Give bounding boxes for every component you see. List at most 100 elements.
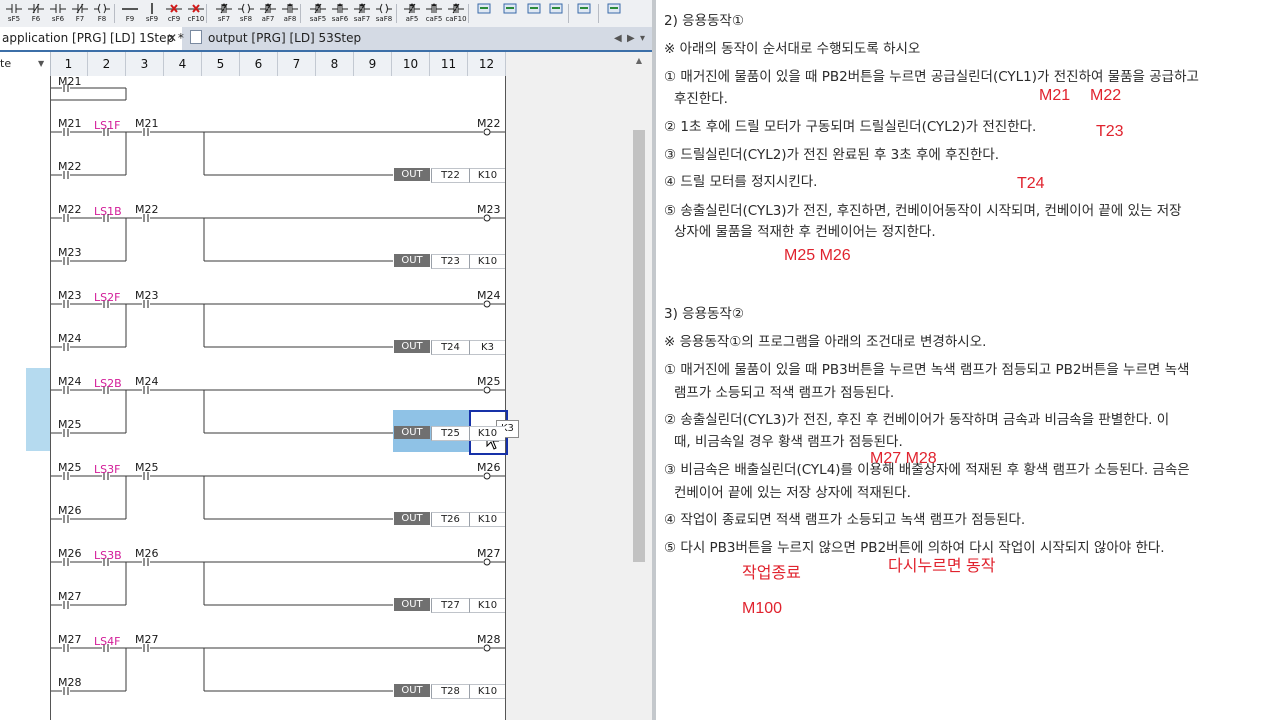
toolbar-button-af8[interactable]: aF8 xyxy=(280,2,300,25)
toolbar-button-26[interactable] xyxy=(604,2,624,25)
tab-scroll-right-icon[interactable]: ▶ xyxy=(627,27,635,50)
contact-icon xyxy=(6,4,22,13)
toolbar-button-saf8[interactable]: saF8 xyxy=(374,2,394,25)
toolbar-button-caf10[interactable]: caF10 xyxy=(445,2,467,25)
toolbar-button-af7[interactable]: aF7 xyxy=(258,2,278,25)
label-column-header[interactable]: te ▼ xyxy=(0,52,51,76)
chevron-down-icon[interactable]: ▼ xyxy=(38,52,44,76)
handwritten-note: T24 xyxy=(1017,175,1045,192)
tab-menu-icon[interactable]: ▾ xyxy=(640,27,645,50)
contact-parallel-icon xyxy=(50,4,66,13)
timer-device[interactable]: T26 xyxy=(431,512,469,527)
timer-device[interactable]: T25 xyxy=(431,426,469,441)
column-number[interactable]: 5 xyxy=(202,52,240,76)
label-column-text: te xyxy=(0,57,12,70)
toolbar-button-saf7[interactable]: saF7 xyxy=(352,2,372,25)
vertical-scrollbar[interactable]: ▲ xyxy=(630,52,648,720)
assignment-document: 2) 응용동작① ※ 아래의 동작이 순서대로 수행되도록 하시오 ① 매거진에 물… xyxy=(656,0,1280,720)
document-line: 2) 응용동작① xyxy=(664,13,744,29)
toolbar-button-f7[interactable]: F7 xyxy=(70,2,90,25)
timer-setpoint[interactable]: K3 xyxy=(469,340,505,355)
handwritten-note: 작업종료 xyxy=(742,565,801,582)
scroll-up-icon[interactable]: ▲ xyxy=(634,56,644,66)
document-line: ④ 작업이 종료되면 적색 램프가 소등되고 녹색 램프가 점등된다. xyxy=(664,512,1026,528)
timer-out-instruction[interactable]: OUT xyxy=(394,684,430,697)
column-number[interactable]: 3 xyxy=(126,52,164,76)
coil-icon xyxy=(94,3,110,14)
pulse-fall-parallel-icon xyxy=(376,3,392,14)
write-icon xyxy=(549,3,563,14)
toolbar-button-sf6[interactable]: sF6 xyxy=(48,2,68,25)
timer-device[interactable]: T23 xyxy=(431,254,469,269)
toolbar-button-sf9[interactable]: sF9 xyxy=(142,2,162,25)
tab-output-label: output [PRG] [LD] 53Step xyxy=(208,31,362,45)
document-line: ※ 아래의 동작이 순서대로 수행되도록 하시오 xyxy=(664,41,921,57)
toolbar-button-caf5[interactable]: caF5 xyxy=(424,2,444,25)
timer-out-instruction[interactable]: OUT xyxy=(394,340,430,353)
toolbar-button-sf5[interactable]: sF5 xyxy=(4,2,24,25)
function-block-icon xyxy=(477,3,491,14)
timer-device[interactable]: T28 xyxy=(431,684,469,699)
toolbar-button-24[interactable] xyxy=(546,2,566,25)
toolbar-button-23[interactable] xyxy=(524,2,544,25)
toolbar-button-label: F8 xyxy=(97,15,107,23)
toolbar-button-cf10[interactable]: cF10 xyxy=(186,2,206,25)
toolbar-button-af5[interactable]: aF5 xyxy=(402,2,422,25)
column-number[interactable]: 8 xyxy=(316,52,354,76)
toolbar-button-cf9[interactable]: cF9 xyxy=(164,2,184,25)
limit-switch-label: LS2F xyxy=(94,291,121,304)
timer-setpoint[interactable]: K10 xyxy=(469,254,505,269)
toolbar-button-f9[interactable]: F9 xyxy=(120,2,140,25)
toolbar-button-22[interactable] xyxy=(500,2,520,25)
limit-switch-label: LS1F xyxy=(94,119,121,132)
tab-output[interactable]: output [PRG] [LD] 53Step xyxy=(186,27,370,50)
toolbar-button-saf6[interactable]: saF6 xyxy=(330,2,350,25)
timer-device[interactable]: T24 xyxy=(431,340,469,355)
limit-switch-label: LS2B xyxy=(94,377,122,390)
toolbar-button-f8[interactable]: F8 xyxy=(92,2,112,25)
contact-label: M28 xyxy=(58,676,82,689)
column-number[interactable]: 11 xyxy=(430,52,468,76)
timer-out-instruction[interactable]: OUT xyxy=(394,254,430,267)
column-number[interactable]: 9 xyxy=(354,52,392,76)
timer-device[interactable]: T27 xyxy=(431,598,469,613)
column-number[interactable]: 2 xyxy=(88,52,126,76)
document-line: 때, 비금속일 경우 황색 램프가 점등된다. xyxy=(674,434,903,450)
toolbar-button-25[interactable] xyxy=(574,2,594,25)
contact-parallel-nc-icon xyxy=(72,3,88,14)
toolbar-button-label: aF8 xyxy=(283,15,297,23)
contact-label: M25 xyxy=(58,418,82,431)
timer-out-instruction[interactable]: OUT xyxy=(394,512,430,525)
timer-setpoint[interactable]: K10 xyxy=(469,598,505,613)
timer-out-instruction[interactable]: OUT xyxy=(394,426,430,439)
timer-out-instruction[interactable]: OUT xyxy=(394,598,430,611)
column-number[interactable]: 1 xyxy=(50,52,88,76)
column-number[interactable]: 4 xyxy=(164,52,202,76)
horizontal-line-icon xyxy=(122,8,138,10)
column-number[interactable]: 10 xyxy=(392,52,430,76)
column-number[interactable]: 12 xyxy=(468,52,506,76)
toolbar-button-21[interactable] xyxy=(474,2,494,25)
timer-setpoint[interactable]: K10 xyxy=(469,684,505,699)
toolbar-button-saf5[interactable]: saF5 xyxy=(308,2,328,25)
falling-contact-icon xyxy=(238,3,254,14)
column-number[interactable]: 7 xyxy=(278,52,316,76)
close-icon[interactable]: ✕ xyxy=(167,27,177,50)
tab-scroll-left-icon[interactable]: ◀ xyxy=(614,27,622,50)
right-power-rail xyxy=(505,76,506,720)
timer-device[interactable]: T22 xyxy=(431,168,469,183)
tab-application[interactable]: application [PRG] [LD] 1Step * ✕ xyxy=(0,27,184,50)
timer-setpoint[interactable]: K10 xyxy=(469,512,505,527)
editor-tab-bar: application [PRG] [LD] 1Step * ✕ output … xyxy=(0,27,652,52)
toolbar-button-f6[interactable]: F6 xyxy=(26,2,46,25)
ladder-editor-pane: sF5 F6 sF6 F7 F8 F9 sF9 cF9 cF10 sF7 sF8 aF7 aF8 saF5… xyxy=(0,0,652,720)
timer-setpoint[interactable]: K10 xyxy=(469,168,505,183)
scrollbar-thumb[interactable] xyxy=(633,130,645,562)
timer-setpoint[interactable]: K10 xyxy=(469,426,505,441)
toolbar-button-sf7[interactable]: sF7 xyxy=(214,2,234,25)
toolbar-button-sf8[interactable]: sF8 xyxy=(236,2,256,25)
ladder-column-header: te ▼ 1 2 3 4 5 6 7 8 9 10 11 12 xyxy=(0,52,506,77)
timer-out-instruction[interactable]: OUT xyxy=(394,168,430,181)
column-number[interactable]: 6 xyxy=(240,52,278,76)
ladder-diagram[interactable]: K3 M21 M21 LS1F M21 M22 M22 OUT T22 K10 M22 LS1B M2… xyxy=(0,76,519,720)
